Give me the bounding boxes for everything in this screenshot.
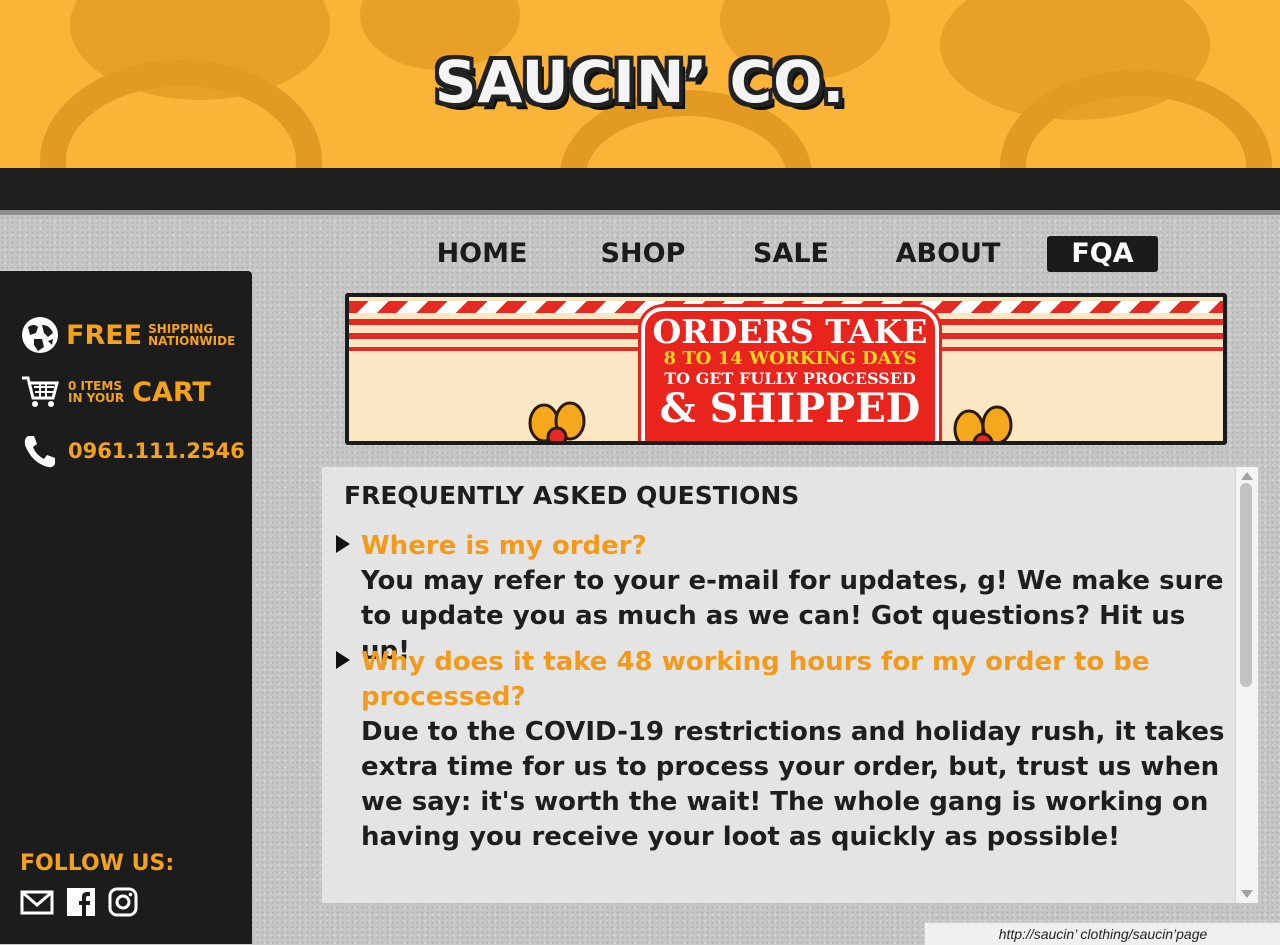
scroll-down-arrow-icon[interactable] bbox=[1241, 890, 1253, 898]
shipping-notice-banner: ORDERS TAKE 8 TO 14 WORKING DAYS TO GET … bbox=[345, 293, 1227, 445]
social-links bbox=[20, 887, 138, 917]
globe-icon bbox=[20, 315, 60, 355]
shipping-notice-badge: ORDERS TAKE 8 TO 14 WORKING DAYS TO GET … bbox=[641, 307, 939, 441]
instagram-icon[interactable] bbox=[108, 887, 138, 917]
mail-icon[interactable] bbox=[20, 887, 54, 917]
phone-icon bbox=[20, 433, 60, 469]
disclosure-triangle-icon[interactable] bbox=[336, 535, 350, 553]
status-bar-url: http://saucin’ clothing/saucin’page bbox=[924, 922, 1280, 945]
free-shipping-info: FREE SHIPPING NATIONWIDE bbox=[20, 315, 235, 355]
shipping-text: SHIPPING NATIONWIDE bbox=[148, 323, 235, 347]
cart-count-text: 0 ITEMS IN YOUR bbox=[68, 380, 124, 404]
phone-number: 0961.111.2546 bbox=[68, 439, 245, 463]
nav-about[interactable]: ABOUT bbox=[893, 236, 1003, 272]
nav-fqa[interactable]: FQA bbox=[1047, 236, 1158, 272]
banner-line4: & SHIPPED bbox=[659, 385, 921, 432]
cart-label: CART bbox=[132, 376, 211, 408]
faq-panel: FREQUENTLY ASKED QUESTIONS Where is my o… bbox=[322, 467, 1235, 903]
cart-icon bbox=[20, 374, 60, 410]
faq-question[interactable]: Why does it take 48 working hours for my… bbox=[361, 645, 1226, 715]
faq-title: FREQUENTLY ASKED QUESTIONS bbox=[344, 481, 800, 510]
faq-answer: Due to the COVID-19 restrictions and hol… bbox=[361, 717, 1225, 852]
flower-decoration bbox=[524, 393, 594, 441]
nav-shop[interactable]: SHOP bbox=[598, 236, 688, 272]
cart-count-line2: IN YOUR bbox=[68, 391, 125, 405]
banner-line2: 8 TO 14 WORKING DAYS bbox=[663, 348, 917, 369]
nav-home[interactable]: HOME bbox=[436, 236, 528, 272]
free-label: FREE bbox=[66, 319, 143, 351]
header-divider-bar bbox=[0, 168, 1280, 215]
faq-question[interactable]: Where is my order? bbox=[361, 529, 1226, 564]
sidebar: FREE SHIPPING NATIONWIDE 0 ITEMS IN YOUR… bbox=[0, 271, 252, 944]
site-logo[interactable]: SAUCIN’ CO. bbox=[0, 48, 1280, 116]
follow-us-label: FOLLOW US: bbox=[20, 851, 175, 876]
shipping-line2: NATIONWIDE bbox=[148, 334, 236, 348]
disclosure-triangle-icon[interactable] bbox=[336, 651, 350, 669]
nav-sale[interactable]: SALE bbox=[752, 236, 830, 272]
main-nav: HOME SHOP SALE ABOUT FQA bbox=[0, 236, 1280, 272]
banner-line1: ORDERS TAKE bbox=[652, 312, 928, 351]
site-header: SAUCIN’ CO. bbox=[0, 0, 1280, 168]
faq-scrollbar[interactable] bbox=[1235, 467, 1258, 903]
phone-contact[interactable]: 0961.111.2546 bbox=[20, 433, 245, 469]
scroll-thumb[interactable] bbox=[1240, 483, 1252, 687]
flower-decoration bbox=[947, 397, 1047, 441]
faq-item: Why does it take 48 working hours for my… bbox=[336, 645, 1226, 855]
facebook-icon[interactable] bbox=[66, 887, 96, 917]
scroll-up-arrow-icon[interactable] bbox=[1241, 472, 1253, 480]
cart-link[interactable]: 0 ITEMS IN YOUR CART bbox=[20, 374, 211, 410]
